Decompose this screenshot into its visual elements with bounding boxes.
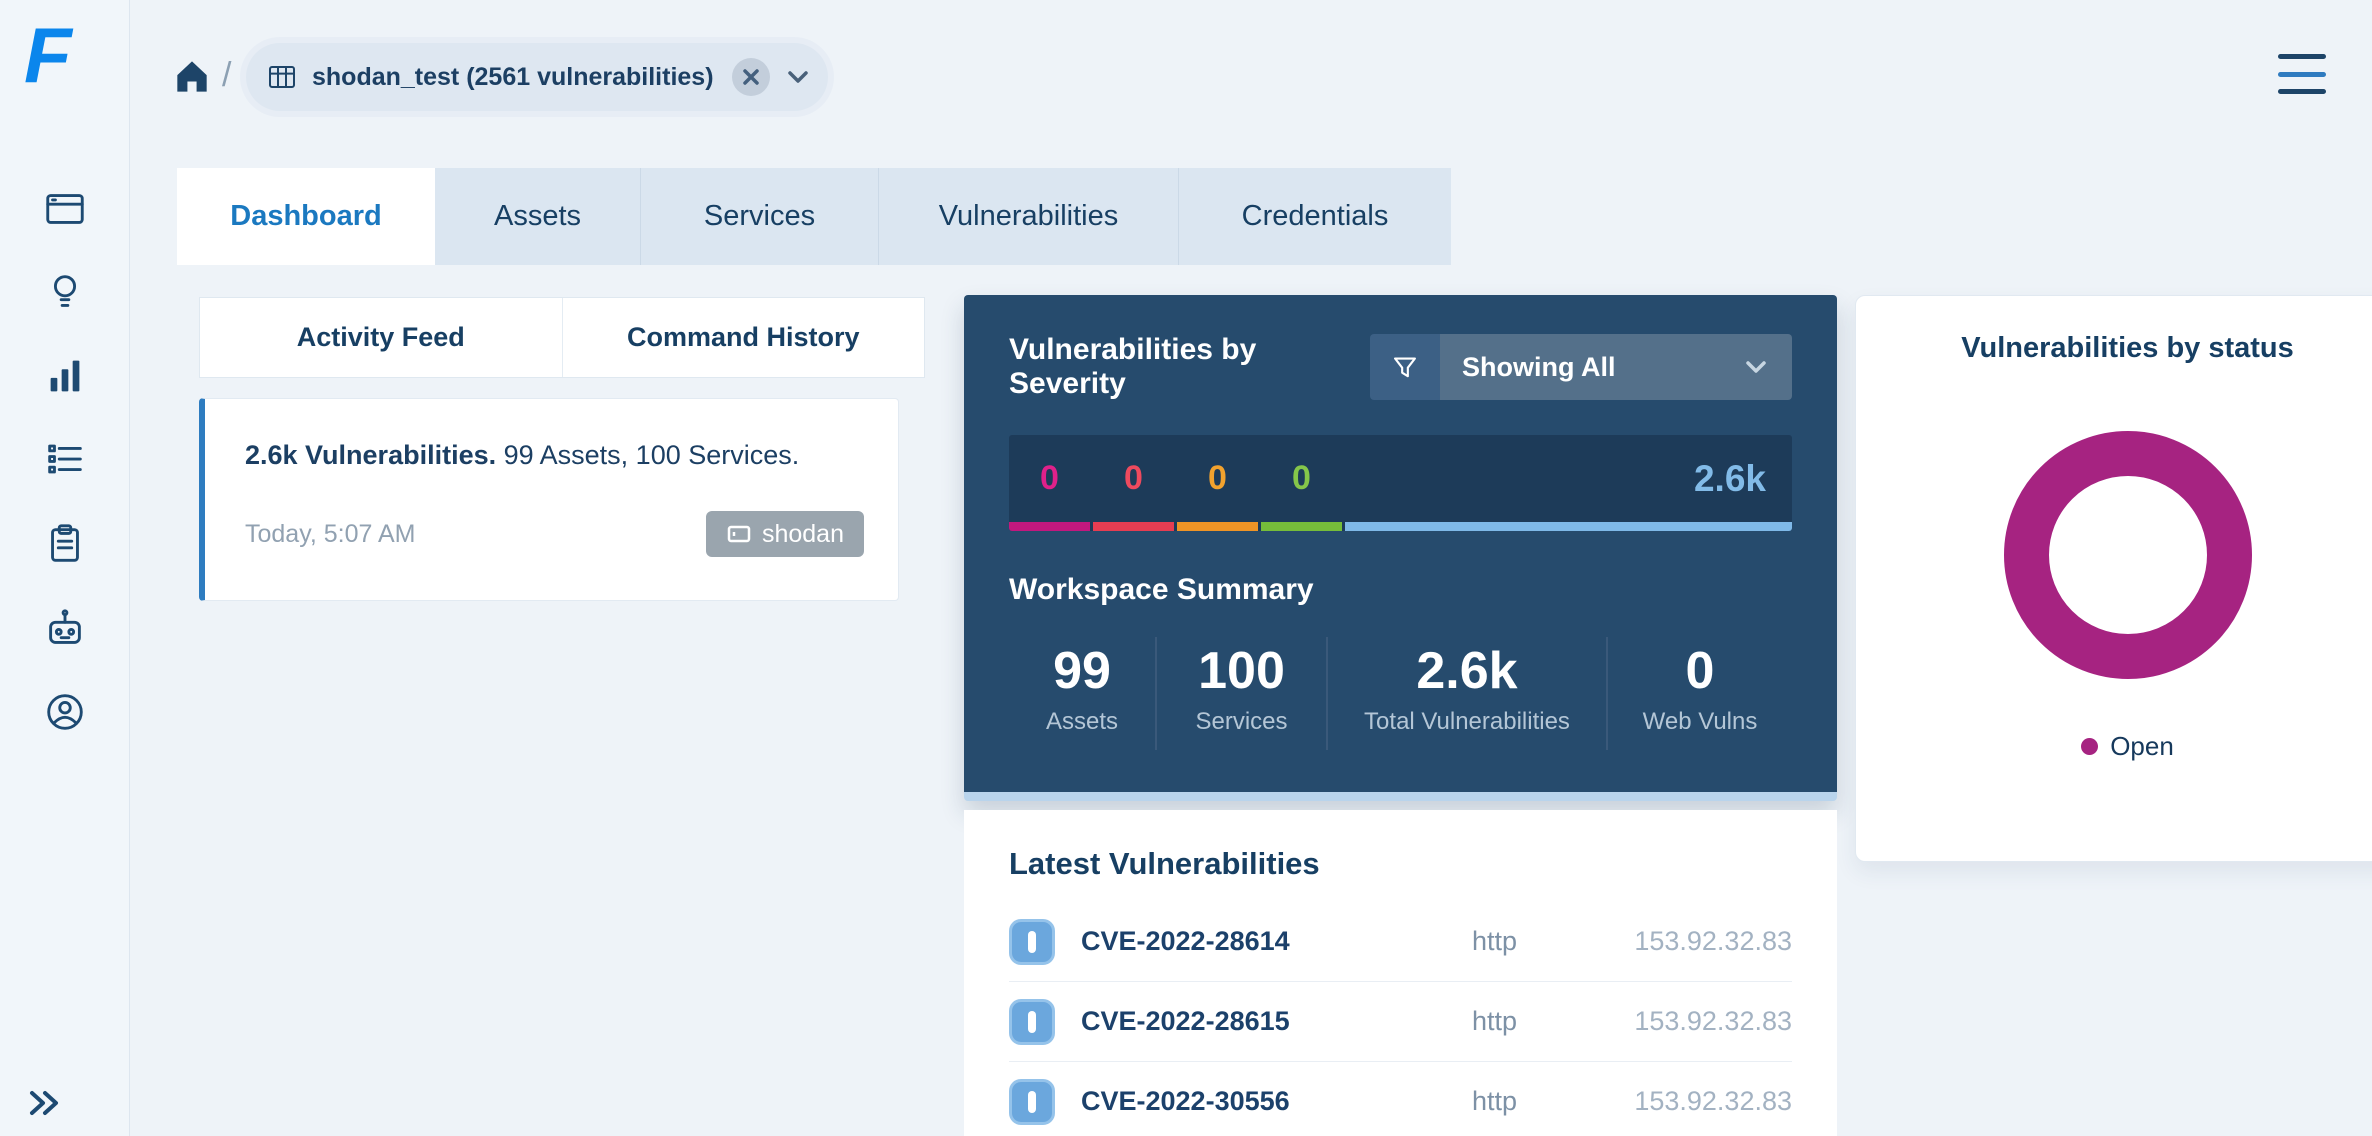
- tab-dashboard[interactable]: Dashboard: [177, 168, 435, 265]
- severity-segment-info: 2.6k: [1345, 435, 1792, 531]
- severity-count-info: 2.6k: [1345, 435, 1792, 522]
- status-legend: Open: [1856, 731, 2372, 762]
- vulnerability-cve-link[interactable]: CVE-2022-28614: [1081, 926, 1472, 957]
- stat-assets-value: 99: [1053, 643, 1111, 700]
- tab-vulnerabilities[interactable]: Vulnerabilities: [879, 168, 1179, 265]
- tag-icon: [726, 521, 752, 547]
- activity-timestamp: Today, 5:07 AM: [245, 520, 415, 549]
- workspace-chip-close-icon[interactable]: [732, 58, 770, 96]
- vulnerabilities-by-severity-panel: Vulnerabilities by Severity Showing All …: [964, 295, 1837, 801]
- tab-credentials[interactable]: Credentials: [1179, 168, 1451, 265]
- stat-total-vulnerabilities: 2.6k Total Vulnerabilities: [1326, 637, 1606, 750]
- lightbulb-icon[interactable]: [42, 268, 88, 314]
- user-profile-icon[interactable]: [42, 689, 88, 735]
- severity-filter-dropdown[interactable]: Showing All: [1440, 334, 1792, 400]
- vulnerability-service: http: [1472, 1006, 1592, 1037]
- vulnerability-row[interactable]: CVE-2022-28614 http 153.92.32.83: [1009, 902, 1792, 982]
- workspace-window-icon[interactable]: [42, 186, 88, 232]
- severity-panel-title: Vulnerabilities by Severity: [1009, 333, 1370, 401]
- workspace-chip-label: shodan_test (2561 vulnerabilities): [312, 63, 714, 92]
- stat-services-label: Services: [1195, 708, 1287, 736]
- vulnerability-service: http: [1472, 926, 1592, 957]
- activity-summary: 2.6k Vulnerabilities. 99 Assets, 100 Ser…: [245, 439, 864, 471]
- tab-command-history-label: Command History: [627, 322, 860, 353]
- filter-icon[interactable]: [1370, 334, 1440, 400]
- severity-segment-medium: 0: [1177, 435, 1258, 531]
- breadcrumb-separator: /: [222, 56, 231, 95]
- tab-activity-feed[interactable]: Activity Feed: [200, 298, 562, 377]
- workspace-summary-title: Workspace Summary: [1009, 573, 1792, 607]
- severity-segment-low: 0: [1261, 435, 1342, 531]
- task-list-icon[interactable]: [42, 436, 88, 482]
- chevron-down-icon: [1742, 353, 1770, 381]
- tab-command-history[interactable]: Command History: [562, 298, 925, 377]
- severity-segment-high: 0: [1093, 435, 1174, 531]
- stat-web-vulns-value: 0: [1686, 643, 1715, 700]
- severity-count-low: 0: [1261, 435, 1342, 522]
- tab-activity-feed-label: Activity Feed: [297, 322, 465, 353]
- severity-count-critical: 0: [1009, 435, 1090, 522]
- workspace-chip-chevron-down-icon[interactable]: [784, 63, 812, 91]
- vulnerability-row[interactable]: CVE-2022-30556 http 153.92.32.83: [1009, 1062, 1792, 1136]
- vulnerability-cve-link[interactable]: CVE-2022-30556: [1081, 1086, 1472, 1117]
- clipboard-icon[interactable]: [42, 521, 88, 567]
- stat-services-value: 100: [1198, 643, 1285, 700]
- info-severity-icon: [1009, 1079, 1055, 1125]
- stat-web-vulns: 0 Web Vulns: [1606, 637, 1792, 750]
- workspace-chip[interactable]: shodan_test (2561 vulnerabilities): [246, 43, 828, 111]
- severity-filter-value: Showing All: [1462, 352, 1615, 383]
- sidebar: F: [0, 0, 130, 1136]
- tab-credentials-label: Credentials: [1242, 200, 1389, 233]
- stat-assets-label: Assets: [1046, 708, 1118, 736]
- stat-total-vulnerabilities-label: Total Vulnerabilities: [1364, 708, 1570, 736]
- menu-icon[interactable]: [2278, 54, 2326, 94]
- status-card-title: Vulnerabilities by status: [1856, 332, 2372, 365]
- faraday-logo[interactable]: F: [24, 16, 72, 94]
- workspace-grid-icon: [266, 61, 298, 93]
- activity-feed-entry[interactable]: 2.6k Vulnerabilities. 99 Assets, 100 Ser…: [199, 398, 899, 601]
- tab-dashboard-label: Dashboard: [230, 200, 381, 233]
- tool-tag-label: shodan: [762, 520, 844, 549]
- tab-services[interactable]: Services: [641, 168, 879, 265]
- robot-agent-icon[interactable]: [42, 606, 88, 652]
- tool-tag-shodan[interactable]: shodan: [706, 511, 864, 557]
- main-tab-bar: Dashboard Assets Services Vulnerabilitie…: [177, 168, 1451, 265]
- severity-count-high: 0: [1093, 435, 1174, 522]
- activity-summary-bold: 2.6k Vulnerabilities.: [245, 440, 496, 470]
- activity-summary-rest: 99 Assets, 100 Services.: [496, 440, 799, 470]
- latest-vulnerabilities-section: Latest Vulnerabilities CVE-2022-28614 ht…: [964, 810, 1837, 1136]
- severity-bar: 0 0 0 0 2.6k: [1009, 435, 1792, 531]
- vulnerability-asset-ip: 153.92.32.83: [1592, 1086, 1792, 1117]
- tab-assets[interactable]: Assets: [435, 168, 641, 265]
- vulnerabilities-by-status-card: Vulnerabilities by status Open: [1855, 295, 2372, 862]
- tab-vulnerabilities-label: Vulnerabilities: [939, 200, 1118, 233]
- stat-services: 100 Services: [1155, 637, 1326, 750]
- severity-segment-critical: 0: [1009, 435, 1090, 531]
- vulnerability-asset-ip: 153.92.32.83: [1592, 1006, 1792, 1037]
- bar-chart-icon[interactable]: [42, 353, 88, 399]
- workspace-summary-stats: 99 Assets 100 Services 2.6k Total Vulner…: [1009, 637, 1792, 750]
- stat-assets: 99 Assets: [1009, 637, 1155, 750]
- stat-web-vulns-label: Web Vulns: [1643, 708, 1758, 736]
- info-severity-icon: [1009, 919, 1055, 965]
- vulnerability-row[interactable]: CVE-2022-28615 http 153.92.32.83: [1009, 982, 1792, 1062]
- vulnerability-cve-link[interactable]: CVE-2022-28615: [1081, 1006, 1472, 1037]
- tab-assets-label: Assets: [494, 200, 581, 233]
- vulnerability-asset-ip: 153.92.32.83: [1592, 926, 1792, 957]
- stat-total-vulnerabilities-value: 2.6k: [1416, 643, 1517, 700]
- home-button[interactable]: [170, 54, 214, 98]
- status-donut-chart: [2004, 431, 2252, 679]
- legend-open-label: Open: [2110, 731, 2174, 762]
- severity-count-medium: 0: [1177, 435, 1258, 522]
- latest-vulnerabilities-title: Latest Vulnerabilities: [1009, 846, 1792, 882]
- expand-sidebar-icon[interactable]: [22, 1082, 64, 1124]
- vulnerability-service: http: [1472, 1086, 1592, 1117]
- info-severity-icon: [1009, 999, 1055, 1045]
- tab-services-label: Services: [704, 200, 815, 233]
- activity-tab-bar: Activity Feed Command History: [199, 297, 925, 378]
- legend-open-dot: [2081, 738, 2098, 755]
